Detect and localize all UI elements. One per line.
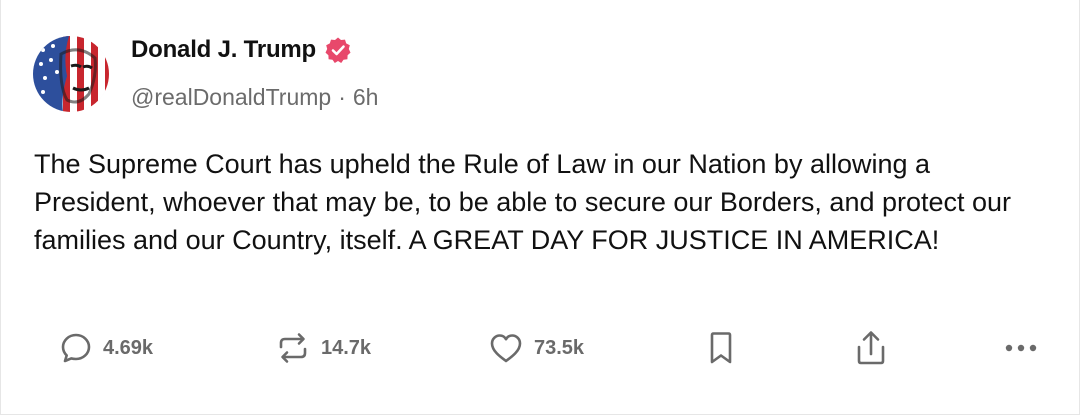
share-button[interactable]	[853, 325, 889, 371]
meta-separator: ·	[338, 84, 346, 110]
more-options-button[interactable]	[1003, 325, 1039, 371]
action-bar: 4.69k 14.7k 73.5k	[1, 325, 1080, 371]
avatar-image	[33, 36, 109, 112]
reply-button[interactable]: 4.69k	[59, 325, 153, 371]
author-meta-row: @realDonaldTrump · 6h	[131, 84, 378, 111]
repost-count: 14.7k	[321, 336, 372, 359]
post-timestamp[interactable]: 6h	[353, 84, 379, 111]
post-text: The Supreme Court has upheld the Rule of…	[34, 149, 1012, 255]
more-icon	[1003, 342, 1039, 354]
share-icon	[853, 329, 889, 367]
bookmark-icon	[706, 330, 736, 366]
repost-button[interactable]: 14.7k	[275, 325, 371, 371]
heart-icon	[488, 331, 524, 365]
bookmark-button[interactable]	[706, 325, 736, 371]
like-count: 73.5k	[534, 336, 585, 359]
author-display-name[interactable]: Donald J. Trump	[131, 36, 316, 64]
author-handle[interactable]: @realDonaldTrump	[131, 84, 331, 111]
post-card: Donald J. Trump @realDonaldTrump · 6h Th…	[0, 0, 1080, 415]
avatar[interactable]	[33, 36, 109, 112]
author-name-row: Donald J. Trump	[131, 36, 352, 64]
reply-count: 4.69k	[103, 336, 154, 359]
reply-icon	[59, 331, 93, 365]
like-button[interactable]: 73.5k	[488, 325, 584, 371]
verified-badge-icon	[324, 36, 352, 64]
repost-icon	[275, 331, 311, 365]
